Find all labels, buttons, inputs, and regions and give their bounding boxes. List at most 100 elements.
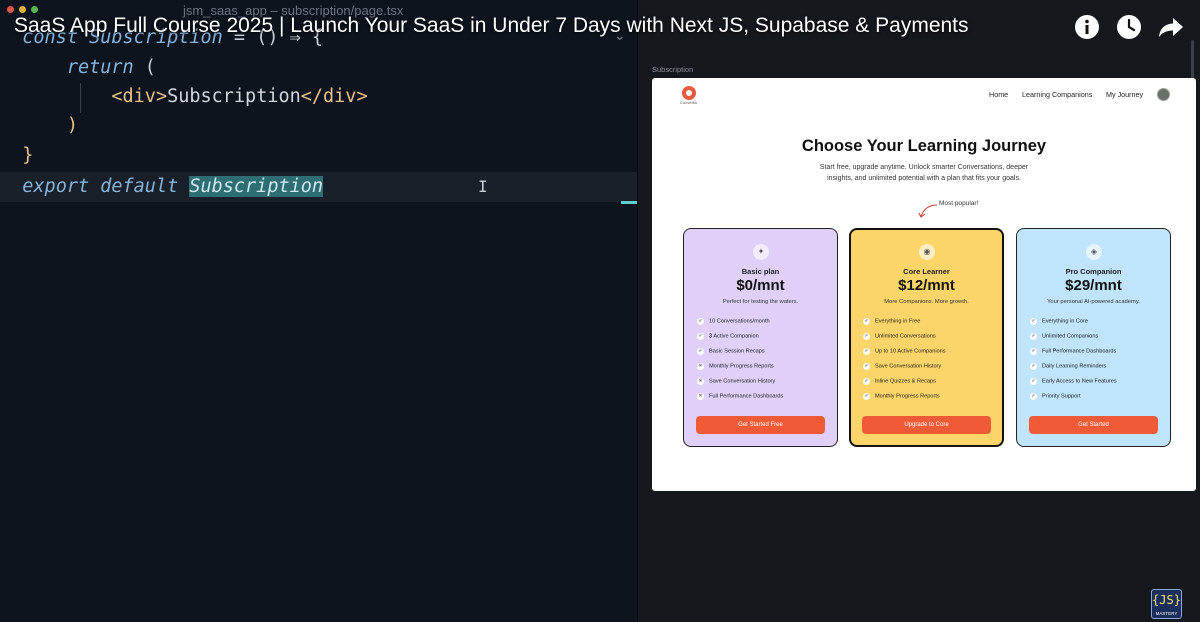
upgrade-to-core-button[interactable]: Upgrade to Core [862, 416, 991, 434]
check-icon: ✓ [863, 333, 870, 340]
code-line-2[interactable]: return ( [0, 53, 637, 83]
video-title[interactable]: SaaS App Full Course 2025 | Launch Your … [14, 14, 969, 38]
nav-my-journey-link[interactable]: My Journey [1106, 90, 1143, 99]
user-avatar[interactable] [1157, 88, 1170, 101]
feature-label: 10 Conversations/month [709, 318, 770, 325]
get-started-button[interactable]: Get Started [1029, 416, 1158, 434]
text-cursor-icon: I [478, 177, 488, 196]
info-icon[interactable] [1074, 14, 1100, 40]
eye-icon: ◉ [919, 244, 935, 260]
plan-feature: ✓ Inline Quizzes & Recaps [863, 378, 936, 385]
feature-label: Everything in Free [875, 318, 921, 325]
close-window-button[interactable] [7, 6, 14, 13]
check-icon: ✓ [1030, 318, 1037, 325]
feature-label: Priority Support [1042, 393, 1081, 400]
plan-price: $0/mnt [736, 277, 785, 294]
plan-feature: ✓ Save Conversation History [863, 363, 941, 370]
feature-label: 3 Active Companion [709, 333, 759, 340]
screen: jsm_saas_app – subscription/page.tsx ⌄ c… [0, 0, 1200, 622]
plan-description: Perfect for testing the waters. [722, 299, 799, 305]
curved-arrow-icon [918, 204, 938, 218]
plan-price: $29/mnt [1065, 277, 1122, 294]
plan-feature: ✓ Unlimited Conversations [863, 333, 936, 340]
feature-label: Unlimited Conversations [875, 333, 936, 340]
plan-feature: ✓ Full Performance Dashboards [1030, 348, 1116, 355]
plan-card-basic: ✦ Basic plan $0/mnt Perfect for testing … [683, 228, 838, 447]
watch-later-icon[interactable] [1116, 14, 1142, 40]
feature-label: Monthly Progress Reports [875, 393, 940, 400]
plan-feature: ✓ Everything in Free [863, 318, 920, 325]
jsx-open-tag: <div> [111, 86, 168, 107]
feature-label: Monthly Progress Reports [709, 363, 774, 370]
check-icon: ✓ [1030, 348, 1037, 355]
code-editor[interactable]: jsm_saas_app – subscription/page.tsx ⌄ c… [0, 0, 637, 622]
code-line-4[interactable]: ) [0, 111, 637, 141]
cross-icon: ✕ [697, 378, 704, 385]
check-icon: ✓ [697, 333, 704, 340]
nav-learning-companions-link[interactable]: Learning Companions [1022, 90, 1092, 99]
cross-icon: ✕ [697, 363, 704, 370]
plan-name: Basic plan [741, 267, 780, 276]
plan-feature: ✓ Priority Support [1030, 393, 1081, 400]
feature-label: Up to 10 Active Companions [875, 348, 946, 355]
cross-icon: ✕ [697, 393, 704, 400]
jsx-close-tag: </div> [300, 86, 368, 107]
maximize-window-button[interactable] [31, 6, 38, 13]
feature-label: Basic Session Recaps [709, 348, 765, 355]
check-icon: ✓ [1030, 363, 1037, 370]
plan-feature: ✓ Everything in Core [1030, 318, 1088, 325]
plan-feature: ✓ 3 Active Companion [697, 333, 759, 340]
page-title: Choose Your Learning Journey [801, 137, 1047, 155]
channel-watermark: {JS} MASTERY [1151, 589, 1182, 619]
check-icon: ✓ [863, 348, 870, 355]
code-brace-close: } [22, 145, 34, 166]
plan-feature: ✓ Daily Learning Reminders [1030, 363, 1106, 370]
check-icon: ✓ [697, 318, 704, 325]
check-icon: ✓ [697, 348, 704, 355]
plan-name: Core Learner [903, 267, 950, 276]
cursor-position-marker [621, 201, 637, 204]
feature-label: Everything in Core [1042, 318, 1089, 325]
feature-label: Daily Learning Reminders [1042, 363, 1107, 370]
keyword-export-default: export default [22, 176, 179, 197]
minimize-window-button[interactable] [19, 6, 26, 13]
check-icon: ✓ [1030, 333, 1037, 340]
plan-feature: ✓ Up to 10 Active Companions [863, 348, 946, 355]
jsx-text: Subscription [167, 86, 301, 107]
indent-guide [80, 83, 81, 113]
page-subtitle-line-1: Start free, upgrade anytime. Unlock smar… [819, 164, 1029, 171]
feature-label: Full Performance Dashboards [1042, 348, 1117, 355]
code-line-5[interactable]: } [0, 141, 637, 171]
get-started-free-button[interactable]: Get Started Free [696, 416, 825, 434]
code-line-6[interactable]: export default Subscription [0, 172, 637, 202]
app-logo-text: Converso [680, 100, 698, 105]
feature-label: Full Performance Dashboards [709, 393, 784, 400]
share-icon[interactable] [1158, 14, 1184, 40]
channel-badge-text: {JS} [1152, 593, 1181, 607]
preview-tab-label: Subscription [652, 65, 694, 74]
check-icon: ✓ [863, 393, 870, 400]
plan-card-pro: ◈ Pro Companion $29/mnt Your personal AI… [1016, 228, 1171, 447]
feature-label: Early Access to New Features [1042, 378, 1117, 385]
plan-feature: ✓ Unlimited Companions [1030, 333, 1098, 340]
plan-feature: ✓ 10 Conversations/month [697, 318, 770, 325]
feature-label: Inline Quizzes & Recaps [875, 378, 936, 385]
channel-badge-subtext: MASTERY [1155, 611, 1178, 616]
code-paren-open: ( [133, 57, 156, 78]
plan-feature: ✕ Monthly Progress Reports [697, 363, 774, 370]
check-icon: ✓ [1030, 393, 1037, 400]
code-line-3[interactable]: <div>Subscription</div> [0, 82, 637, 112]
plan-price: $12/mnt [898, 277, 955, 294]
plan-description: More Companions. More growth. [884, 299, 969, 305]
subscription-page: Converso Home Learning Companions My Jou… [652, 78, 1196, 491]
nav-home-link[interactable]: Home [989, 90, 1008, 99]
plan-feature: ✓ Monthly Progress Reports [863, 393, 940, 400]
plan-card-core: ◉ Core Learner $12/mnt More Companions. … [849, 228, 1004, 447]
feature-label: Unlimited Companions [1042, 333, 1099, 340]
feature-label: Save Conversation History [709, 378, 776, 385]
app-logo[interactable] [682, 86, 696, 100]
plan-description: Your personal AI-powered academy. [1047, 299, 1140, 305]
check-icon: ✓ [863, 363, 870, 370]
page-subtitle-line-2: insights, and unlimited potential with a… [827, 175, 1021, 182]
code-paren-close: ) [66, 115, 78, 136]
